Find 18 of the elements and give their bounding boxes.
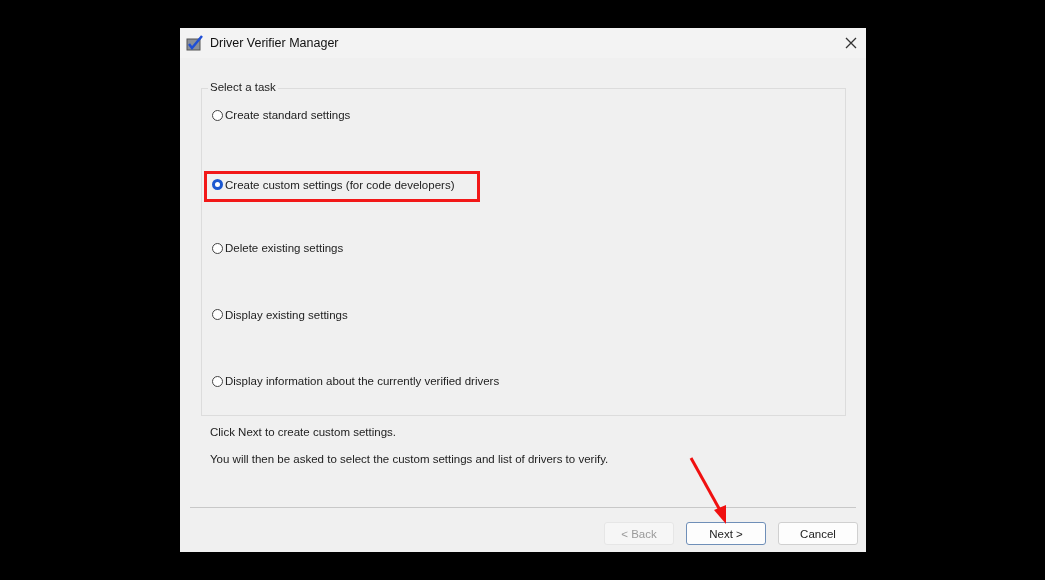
cancel-button[interactable]: Cancel <box>778 522 858 545</box>
radio-button[interactable] <box>212 309 223 320</box>
info-text: Click Next to create custom settings. <box>210 426 397 438</box>
radio-button[interactable] <box>212 375 223 387</box>
radio-option[interactable]: Display existing settings <box>212 308 348 321</box>
close-icon[interactable] <box>844 36 858 50</box>
radio-option[interactable]: Create standard settings <box>212 109 351 121</box>
window-title: Driver Verifier Manager <box>210 36 340 50</box>
radio-option[interactable]: Display information about the currently verified drivers <box>212 375 500 387</box>
radio-option[interactable]: Delete existing settings <box>212 242 344 254</box>
checkmark-icon <box>186 35 204 51</box>
radio-button[interactable] <box>212 179 223 190</box>
radio-button[interactable] <box>212 242 223 254</box>
next-button[interactable]: Next > <box>686 522 766 545</box>
radio-button[interactable] <box>212 109 223 121</box>
radio-option[interactable]: Create custom settings (for code developers) <box>212 178 455 191</box>
info-text: You will then be asked to select the custom settings and list of drivers to verify. <box>210 453 610 465</box>
group-title: Select a task <box>208 81 278 93</box>
